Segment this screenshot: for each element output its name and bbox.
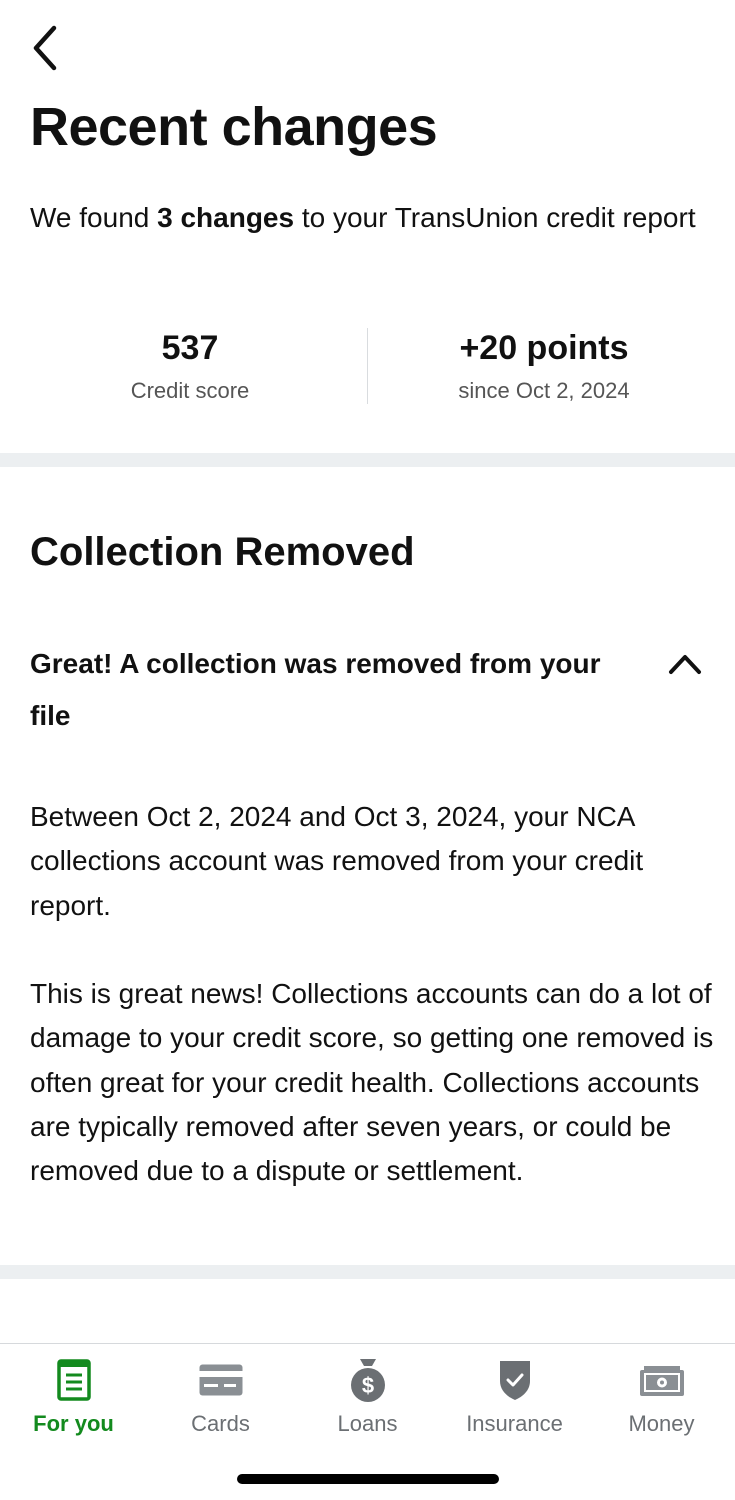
document-icon [48, 1356, 100, 1404]
svg-text:$: $ [361, 1373, 373, 1398]
tab-label: Loans [337, 1411, 398, 1436]
section-divider-bottom [0, 1265, 735, 1279]
tab-cards[interactable]: Cards [147, 1356, 294, 1452]
home-indicator[interactable] [237, 1474, 499, 1484]
intro-suffix: to your TransUnion credit report [294, 202, 696, 233]
section-title: Collection Removed [30, 530, 415, 574]
tab-insurance[interactable]: Insurance [441, 1356, 588, 1452]
tab-label: Insurance [466, 1411, 563, 1436]
intro-highlight: 3 changes [157, 202, 295, 233]
score-summary: 537 Credit score +20 points since Oct 2,… [0, 326, 735, 406]
tab-money[interactable]: Money [588, 1356, 735, 1452]
page-title: Recent changes [30, 97, 438, 157]
credit-score-label: Credit score [130, 378, 250, 403]
score-change-label: since Oct 2, 2024 [458, 378, 630, 403]
body-paragraph-1: Between Oct 2, 2024 and Oct 3, 2024, you… [30, 801, 644, 921]
shield-check-icon [489, 1356, 541, 1404]
chevron-up-icon[interactable] [668, 652, 702, 676]
intro-text: We found 3 changes to your TransUnion cr… [30, 196, 710, 240]
credit-score-stat: 537 Credit score [6, 326, 374, 404]
tab-for-you[interactable]: For you [0, 1356, 147, 1452]
tab-label: For you [33, 1411, 114, 1436]
accordion-title: Great! A collection was removed from you… [30, 648, 601, 731]
body-paragraph-2: This is great news! Collections accounts… [30, 978, 714, 1187]
credit-card-icon [195, 1356, 247, 1404]
intro-prefix: We found [30, 202, 158, 233]
tab-label: Cards [191, 1411, 250, 1436]
tab-loans[interactable]: $ Loans [294, 1356, 441, 1452]
credit-score-value: 537 [161, 329, 219, 367]
banknote-icon [636, 1356, 688, 1404]
score-change-value: +20 points [459, 329, 629, 367]
back-button[interactable] [26, 22, 66, 74]
chevron-left-icon [33, 25, 57, 71]
accordion-header[interactable]: Great! A collection was removed from you… [30, 638, 710, 748]
money-bag-icon: $ [342, 1356, 394, 1404]
tab-label: Money [628, 1411, 695, 1436]
section-divider [0, 453, 735, 467]
score-change-stat: +20 points since Oct 2, 2024 [360, 326, 728, 404]
